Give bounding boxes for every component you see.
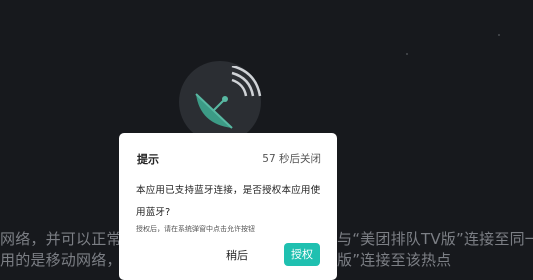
background-text-right: 版”连接至该热点 <box>337 251 452 269</box>
background-text-left: 网络，并可以正常访 <box>0 230 137 248</box>
dialog-hint: 授权后，请在系统弹窗中点击允许按钮 <box>136 225 255 233</box>
background-text-right: 与“美团排队TV版”连接至同一局 <box>337 230 533 248</box>
auto-close-countdown: 57 秒后关闭 <box>262 153 321 165</box>
later-button[interactable]: 稍后 <box>215 246 259 266</box>
satellite-dish-icon <box>195 66 262 129</box>
dialog-message: 本应用已支持蓝牙连接，是否授权本应用使用蓝牙? <box>136 185 321 218</box>
star-dot <box>406 53 408 55</box>
star-dot <box>498 34 500 36</box>
dialog-title: 提示 <box>137 153 159 166</box>
background-text-left: 用的是移动网络，可 <box>0 251 137 269</box>
authorize-button[interactable]: 授权 <box>284 243 320 266</box>
bluetooth-permission-dialog: 提示 57 秒后关闭 本应用已支持蓝牙连接，是否授权本应用使用蓝牙? 授权后，请… <box>119 133 337 280</box>
